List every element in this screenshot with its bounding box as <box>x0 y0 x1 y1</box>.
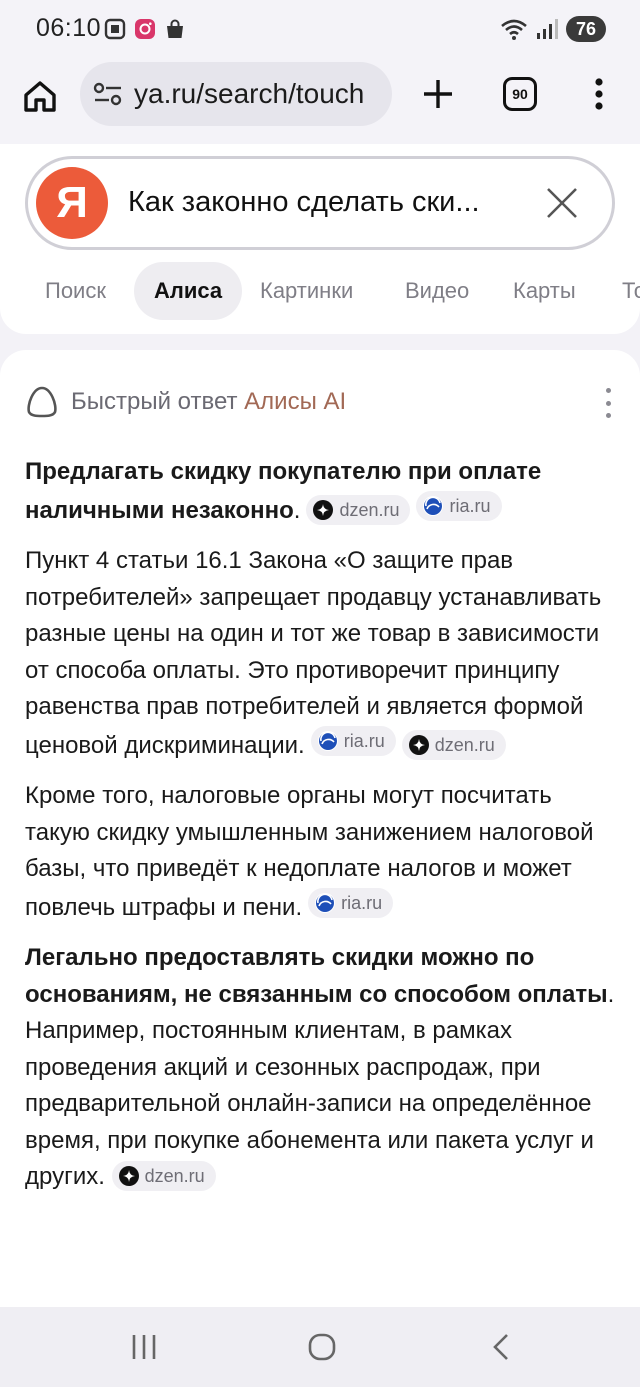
answer-paragraph-2: Пункт 4 статьи 16.1 Закона «О защите пра… <box>25 543 615 764</box>
new-tab-button[interactable] <box>418 74 458 114</box>
back-button[interactable] <box>482 1329 522 1365</box>
source-chip-dzen[interactable]: dzen.ru <box>306 494 411 525</box>
home-icon <box>24 81 56 112</box>
search-header: Я Как законно сделать ски... Поиск Алиса… <box>0 144 640 334</box>
battery-icon: 76 <box>566 16 606 42</box>
dzen-icon <box>118 1166 139 1186</box>
alice-title-prefix: Быстрый ответ <box>71 388 245 415</box>
tab-search[interactable]: Поиск <box>45 262 106 320</box>
plus-icon <box>424 80 452 108</box>
tab-switcher-button[interactable]: 90 <box>503 77 537 111</box>
tab-images[interactable]: Картинки <box>260 262 353 320</box>
answer-p1-tail: . <box>293 496 301 524</box>
source-chip-label: ria.ru <box>343 730 385 751</box>
search-tabs: Поиск Алиса Картинки Видео Карты То <box>0 262 640 320</box>
site-settings-button[interactable] <box>92 78 124 110</box>
source-chip-label: dzen.ru <box>144 1166 205 1186</box>
search-query[interactable]: Как законно сделать ски... <box>128 186 480 219</box>
recent-apps-button[interactable] <box>124 1329 164 1365</box>
tab-video[interactable]: Видео <box>405 262 469 320</box>
more-vertical-icon <box>595 78 603 110</box>
yandex-logo[interactable]: Я <box>36 167 108 239</box>
alice-icon <box>27 386 57 418</box>
address-bar[interactable]: ya.ru/search/touch <box>80 62 392 126</box>
tab-maps[interactable]: Карты <box>513 262 576 320</box>
answer-body: Предлагать скидку покупателю при оплате … <box>25 454 615 1210</box>
status-time: 06:10 <box>36 14 102 42</box>
ria-icon <box>317 730 338 751</box>
wifi-icon <box>501 19 527 40</box>
clear-search-button[interactable] <box>544 185 580 221</box>
tune-icon <box>93 82 122 106</box>
source-chip-dzen[interactable]: dzen.ru <box>111 1161 216 1191</box>
system-navigation-bar <box>0 1307 640 1387</box>
answer-p4-bold: Легально предоставлять скидки можно по о… <box>25 944 608 1008</box>
browser-menu-button[interactable] <box>584 74 614 114</box>
recent-apps-icon <box>132 1335 156 1359</box>
screenshot-icon <box>104 18 126 40</box>
answer-paragraph-3: Кроме того, налоговые органы могут посчи… <box>25 778 615 926</box>
home-button[interactable] <box>20 76 60 116</box>
status-system-icons: 76 <box>500 16 606 42</box>
back-chevron-icon <box>493 1334 508 1360</box>
instagram-icon <box>135 19 155 39</box>
source-chip-label: dzen.ru <box>339 499 400 520</box>
ria-icon <box>315 892 336 913</box>
status-notification-icons <box>104 18 186 40</box>
close-icon <box>547 188 577 218</box>
answer-p2-text: Пункт 4 статьи 16.1 Закона «О защите пра… <box>25 547 602 759</box>
source-chip-label: dzen.ru <box>434 734 495 755</box>
home-circle-icon <box>308 1333 336 1361</box>
alice-title-ai: Алисы AI <box>244 388 347 415</box>
home-nav-button[interactable] <box>302 1329 342 1365</box>
status-bar: 06:10 76 <box>0 0 640 62</box>
source-chip-dzen[interactable]: dzen.ru <box>401 729 506 760</box>
dzen-icon <box>313 499 334 520</box>
answer-more-button[interactable] <box>602 388 614 418</box>
source-chip-ria[interactable]: ria.ru <box>308 887 394 918</box>
tab-more[interactable]: То <box>622 262 640 320</box>
source-chip-ria[interactable]: ria.ru <box>416 490 502 521</box>
url-text: ya.ru/search/touch <box>134 78 365 109</box>
signal-icon <box>537 19 558 39</box>
source-chip-label: ria.ru <box>449 495 491 516</box>
shopping-bag-icon <box>167 19 183 38</box>
source-chip-label: ria.ru <box>341 892 383 913</box>
alice-title: Быстрый ответ Алисы AI <box>71 388 346 416</box>
dzen-icon <box>408 734 429 755</box>
search-box[interactable]: Я Как законно сделать ски... <box>25 156 615 250</box>
answer-paragraph-1: Предлагать скидку покупателю при оплате … <box>25 454 615 529</box>
alice-answer-card: Быстрый ответ Алисы AI Предлагать скидку… <box>0 350 640 1310</box>
ria-icon <box>423 495 444 516</box>
source-chip-ria[interactable]: ria.ru <box>310 725 396 756</box>
answer-paragraph-4: Легально предоставлять скидки можно по о… <box>25 940 615 1196</box>
alice-header: Быстрый ответ Алисы AI <box>25 384 346 420</box>
browser-toolbar: ya.ru/search/touch 90 <box>0 62 640 144</box>
tab-alice[interactable]: Алиса <box>134 262 243 320</box>
answer-p4-text: . Например, постоянным клиентам, в рамка… <box>25 980 615 1191</box>
